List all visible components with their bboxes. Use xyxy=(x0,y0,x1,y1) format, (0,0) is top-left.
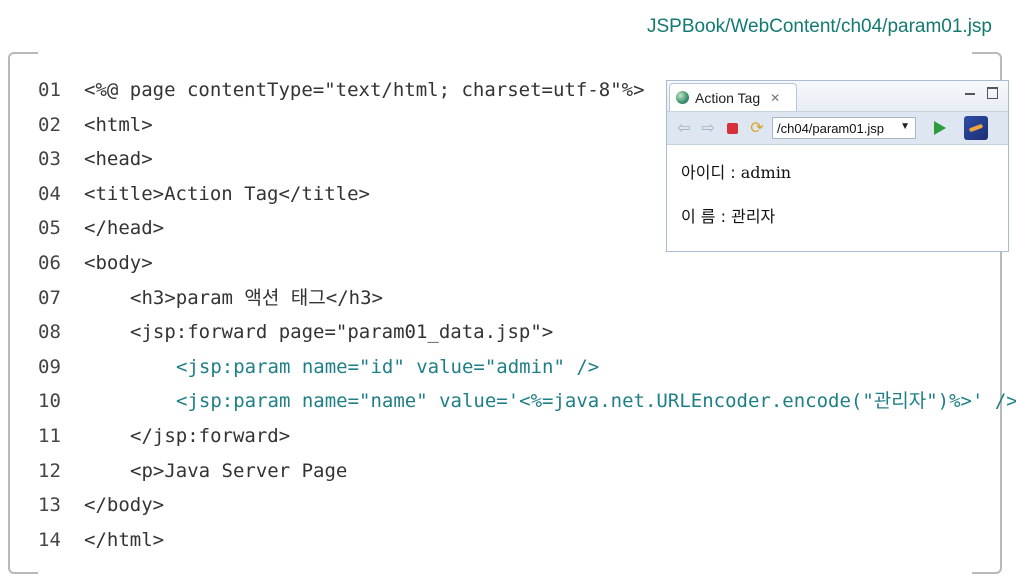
line-number: 11 xyxy=(38,424,61,447)
name-row: 이 름 : 관리자 xyxy=(681,203,994,227)
line-number: 03 xyxy=(38,148,61,171)
line-number: 08 xyxy=(38,321,61,344)
browser-toolbar: ⇦ ⇨ ⟳ /ch04/param01.jsp ▼ xyxy=(667,112,1008,145)
stop-icon[interactable] xyxy=(727,122,738,134)
forward-arrow-icon[interactable]: ⇨ xyxy=(699,118,717,138)
browser-tab-bar: Action Tag ✕ xyxy=(667,81,1008,112)
line-number: 07 xyxy=(38,286,61,309)
url-text: /ch04/param01.jsp xyxy=(777,120,884,136)
code-line: 11 </jsp:forward> xyxy=(38,419,1016,454)
tab-close-icon[interactable]: ✕ xyxy=(770,91,780,105)
code-text: </body> xyxy=(84,494,165,517)
code-text: <h3>param 액션 태그</h3> xyxy=(130,286,383,309)
id-value: admin xyxy=(740,163,792,182)
code-text: <body> xyxy=(84,251,153,274)
line-number: 02 xyxy=(38,113,61,136)
code-line: 10 <jsp:param name="name" value='<%=java.… xyxy=(38,384,1016,419)
code-line: 14 </html> xyxy=(38,523,1016,558)
line-number: 14 xyxy=(38,528,61,551)
external-browser-icon[interactable] xyxy=(964,116,988,140)
code-text: <%@ page contentType="text/html; charset… xyxy=(84,79,645,101)
line-number: 09 xyxy=(38,355,61,378)
browser-tab[interactable]: Action Tag ✕ xyxy=(669,83,797,111)
dropdown-caret-icon[interactable]: ▼ xyxy=(900,121,910,132)
code-text: </head> xyxy=(84,217,165,240)
globe-icon xyxy=(676,91,689,104)
name-value: 관리자 xyxy=(731,207,776,226)
line-number: 12 xyxy=(38,459,61,482)
back-arrow-icon[interactable]: ⇦ xyxy=(675,118,693,138)
line-number: 05 xyxy=(38,217,61,240)
minimize-icon[interactable] xyxy=(965,93,975,95)
code-text: </jsp:forward> xyxy=(130,424,291,447)
url-input[interactable]: /ch04/param01.jsp ▼ xyxy=(772,117,916,139)
page-content: 아이디 : admin 이 름 : 관리자 xyxy=(667,145,1008,255)
name-label: 이 름 : xyxy=(681,207,732,226)
maximize-icon[interactable] xyxy=(987,87,998,99)
line-number: 10 xyxy=(38,390,61,413)
code-line: 07 <h3>param 액션 태그</h3> xyxy=(38,281,1016,316)
code-text: <jsp:param name="id" value="admin" /> xyxy=(176,355,600,378)
code-text: <head> xyxy=(84,148,153,171)
code-text: <p>Java Server Page xyxy=(130,459,348,482)
id-label: 아이디 : xyxy=(681,163,741,182)
code-text: <jsp:param name="name" value='<%=java.ne… xyxy=(176,390,1016,413)
code-text: <title>Action Tag</title> xyxy=(84,182,370,205)
go-icon[interactable] xyxy=(934,121,946,135)
code-line: 08 <jsp:forward page="param01_data.jsp"> xyxy=(38,315,1016,350)
line-number: 06 xyxy=(38,251,61,274)
line-number: 01 xyxy=(38,79,61,101)
code-text: <jsp:forward page="param01_data.jsp"> xyxy=(130,321,554,344)
line-number: 04 xyxy=(38,182,61,205)
id-row: 아이디 : admin xyxy=(681,159,994,183)
code-text: <html> xyxy=(84,113,153,136)
file-path-caption: JSPBook/WebContent/ch04/param01.jsp xyxy=(646,16,992,37)
code-text: </html> xyxy=(84,528,165,551)
refresh-icon[interactable]: ⟳ xyxy=(748,118,766,138)
line-number: 13 xyxy=(38,494,61,517)
browser-window: Action Tag ✕ ⇦ ⇨ ⟳ /ch04/param01.jsp ▼ 아… xyxy=(666,80,1009,252)
code-line: 09 <jsp:param name="id" value="admin" /> xyxy=(38,350,1016,385)
code-line: 12 <p>Java Server Page xyxy=(38,454,1016,489)
tab-title: Action Tag xyxy=(695,89,761,106)
code-line: 13 </body> xyxy=(38,488,1016,523)
